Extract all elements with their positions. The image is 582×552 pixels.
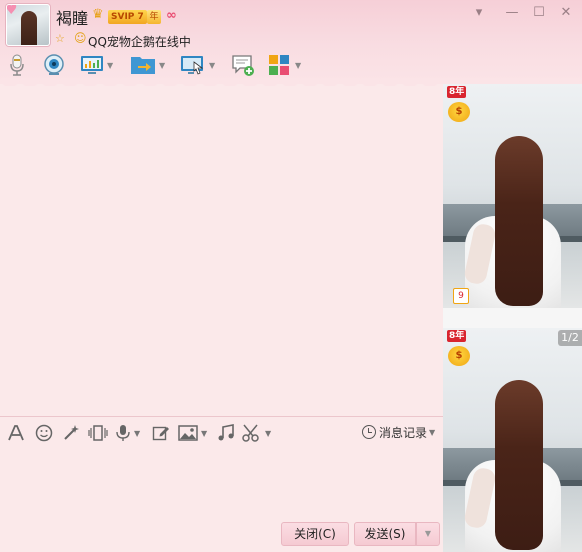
remote-desktop-icon xyxy=(181,56,204,75)
image-icon xyxy=(178,425,198,441)
pet-badge-icon[interactable]: $ xyxy=(448,346,470,366)
avatar-hair xyxy=(21,11,37,45)
video-call-button[interactable] xyxy=(42,52,66,78)
chevron-down-icon[interactable]: ▼ xyxy=(209,61,215,70)
close-window-button[interactable]: ✕ xyxy=(556,4,576,22)
shake-window-button[interactable] xyxy=(88,423,108,443)
star-icon: ☆ xyxy=(55,32,65,45)
page-indicator: 1/2 xyxy=(558,330,582,346)
contact-name[interactable]: 褐瞳 xyxy=(56,5,88,29)
year-badge[interactable]: 年 xyxy=(147,10,161,24)
main-toolbar: ▼ ▼ ▼ ▼ xyxy=(0,50,582,80)
chevron-down-icon[interactable]: ▼ xyxy=(429,428,435,437)
input-toolbar: ▼ ▼ ▼ 消息记录 ▼ xyxy=(0,416,443,446)
heart-icon: ♥ xyxy=(6,4,18,18)
crown-icon: ♛ xyxy=(92,7,104,22)
file-transfer-icon xyxy=(131,57,155,74)
message-add-button[interactable] xyxy=(231,52,255,78)
chevron-down-icon[interactable]: ▼ xyxy=(295,61,301,70)
message-history-label: 消息记录 xyxy=(379,425,428,440)
qq-icon[interactable]: ∞ xyxy=(166,8,177,23)
magic-icon xyxy=(64,425,79,440)
edit-icon xyxy=(152,426,169,441)
send-button[interactable]: 发送(S) xyxy=(354,522,416,546)
music-button[interactable] xyxy=(217,423,235,443)
emoji-button[interactable] xyxy=(35,423,53,443)
magic-expression-button[interactable] xyxy=(62,423,80,443)
pet-badge-icon[interactable]: $ xyxy=(448,102,470,122)
apps-icon xyxy=(269,55,289,75)
photo-hair xyxy=(495,136,543,306)
photo-hair xyxy=(495,380,543,550)
avatar[interactable]: ♥ xyxy=(6,4,50,46)
remote-desktop-button[interactable]: ▼ xyxy=(180,52,215,78)
voice-call-button[interactable] xyxy=(6,52,28,78)
qq-chat-window: ♥ 褐瞳 ♛ SVIP 7 年 ∞ ☆ ☺ QQ宠物企鹅在线中 ▾ — ☐ ✕ xyxy=(0,0,582,552)
send-image-button[interactable]: ▼ xyxy=(178,423,207,443)
contact-photo[interactable]: 8年 $ 1/2 xyxy=(443,328,582,552)
screen-share-icon xyxy=(81,56,103,74)
screenshot-button[interactable]: ▼ xyxy=(242,423,271,443)
shake-icon xyxy=(88,425,108,441)
voice-message-button[interactable]: ▼ xyxy=(115,423,140,443)
close-button[interactable]: 关闭(C) xyxy=(281,522,349,546)
penguin-pet-icon: ☺ xyxy=(74,31,87,45)
file-transfer-button[interactable]: ▼ xyxy=(130,52,165,78)
vip-badge[interactable]: SVIP 7 xyxy=(108,10,147,24)
music-icon xyxy=(218,424,234,441)
chevron-down-icon[interactable]: ▼ xyxy=(107,61,113,70)
emoji-icon xyxy=(35,424,53,442)
contact-show-panel: 8年 $ 9 8年 $ 1/2 xyxy=(443,84,582,552)
header: ♥ 褐瞳 ♛ SVIP 7 年 ∞ ☆ ☺ QQ宠物企鹅在线中 ▾ — ☐ ✕ xyxy=(0,0,582,84)
apps-button[interactable]: ▼ xyxy=(268,52,301,78)
year-membership-badge[interactable]: 8年 xyxy=(447,86,467,98)
chevron-down-icon[interactable]: ▼ xyxy=(159,61,165,70)
video-call-icon xyxy=(44,54,64,75)
screenshot-icon xyxy=(242,424,259,442)
send-options-button[interactable]: ▼ xyxy=(416,522,440,546)
message-add-icon xyxy=(232,55,254,76)
edit-button[interactable] xyxy=(152,423,170,443)
chevron-down-icon[interactable]: ▼ xyxy=(265,429,271,438)
font-button[interactable] xyxy=(7,423,25,443)
message-history-button[interactable]: 消息记录 ▼ xyxy=(362,422,435,442)
voice-icon xyxy=(116,425,130,441)
font-icon xyxy=(8,425,24,441)
dropdown-button[interactable]: ▾ xyxy=(469,4,489,22)
chat-history-area[interactable] xyxy=(0,86,443,416)
minimize-button[interactable]: — xyxy=(502,4,522,22)
screen-share-button[interactable]: ▼ xyxy=(80,52,113,78)
chevron-down-icon[interactable]: ▼ xyxy=(134,429,140,438)
chevron-down-icon[interactable]: ▼ xyxy=(201,429,207,438)
microphone-icon xyxy=(10,54,24,76)
maximize-button[interactable]: ☐ xyxy=(529,4,549,22)
contact-photo[interactable]: 8年 $ 9 xyxy=(443,84,582,308)
clock-icon xyxy=(362,425,376,439)
thumb-badge[interactable]: 9 xyxy=(453,288,469,304)
message-input[interactable] xyxy=(0,447,443,519)
year-membership-badge[interactable]: 8年 xyxy=(447,330,467,342)
status-text: QQ宠物企鹅在线中 xyxy=(88,35,191,49)
